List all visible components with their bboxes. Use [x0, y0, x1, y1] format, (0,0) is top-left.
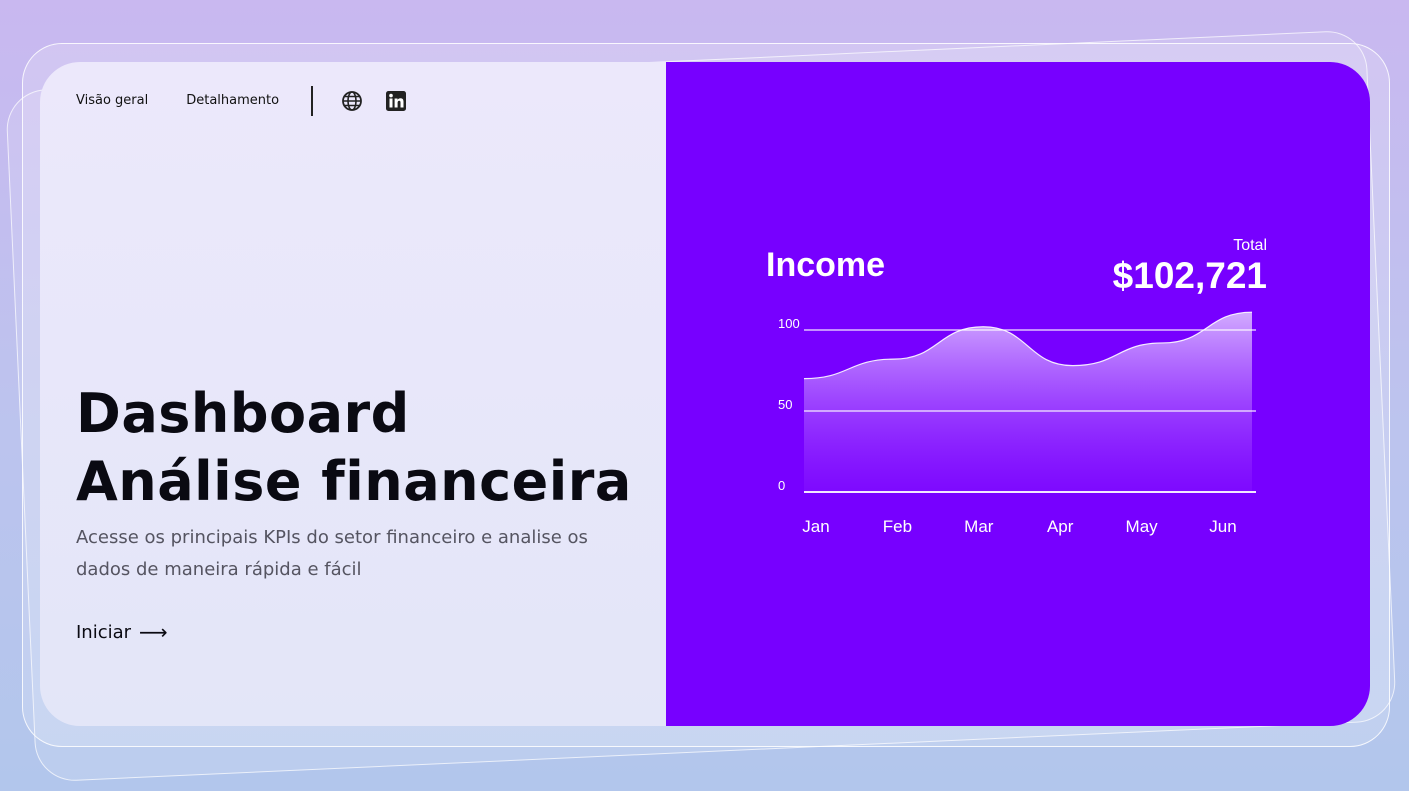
intro-panel: Visão geral Detalhamento Dashboard Análi…	[40, 62, 666, 726]
hero-title-line1: Dashboard	[76, 382, 410, 445]
total-label: Total	[1233, 237, 1267, 254]
x-tick-label: Jun	[1209, 517, 1236, 536]
income-chart: 0 50 100 Jan Feb Mar Apr May Jun	[778, 311, 1256, 536]
x-tick-label: Jan	[802, 517, 829, 536]
hero-title-line2: Análise financeira	[76, 450, 632, 513]
globe-icon[interactable]	[341, 90, 363, 112]
start-button-label: Iniciar	[76, 621, 132, 643]
top-nav: Visão geral Detalhamento	[76, 86, 429, 116]
income-panel: Income Total $102,721 0 50 100 Jan Feb Mar Apr…	[666, 62, 1370, 726]
total-value: $102,721	[1112, 255, 1267, 296]
x-tick-label: May	[1126, 517, 1159, 536]
x-tick-label: Apr	[1047, 517, 1074, 536]
nav-link-detalhamento[interactable]: Detalhamento	[186, 86, 279, 116]
nav-divider	[311, 86, 314, 116]
hero-description: Acesse os principais KPIs do setor finan…	[76, 527, 588, 580]
y-tick-label: 50	[778, 397, 792, 412]
linkedin-icon[interactable]	[385, 90, 407, 112]
main-card: Visão geral Detalhamento Dashboard Análi…	[40, 62, 1370, 726]
start-button[interactable]: Iniciar ⟶	[76, 620, 168, 644]
x-tick-label: Mar	[964, 517, 994, 536]
hero-title: Dashboard Análise financeira	[76, 380, 632, 516]
arrow-right-icon: ⟶	[139, 620, 168, 644]
nav-link-visao-geral[interactable]: Visão geral	[76, 86, 148, 116]
y-tick-label: 100	[778, 316, 800, 331]
income-title: Income	[766, 246, 886, 284]
x-tick-label: Feb	[883, 517, 912, 536]
y-tick-label: 0	[778, 478, 785, 493]
